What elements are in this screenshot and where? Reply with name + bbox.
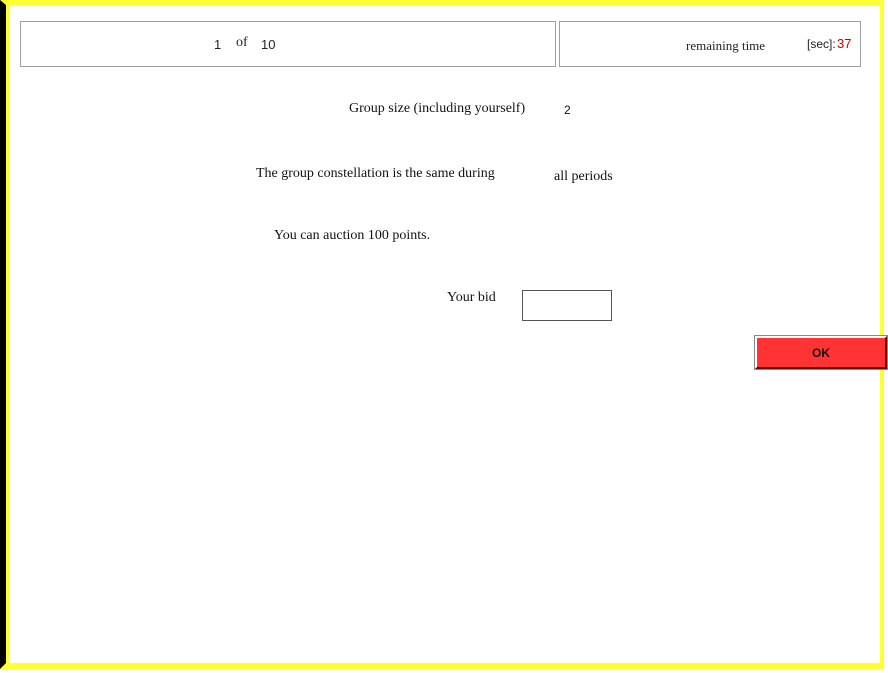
bid-input[interactable] (522, 290, 612, 321)
group-constellation-text: The group constellation is the same duri… (256, 166, 495, 181)
period-current: 1 (214, 37, 222, 52)
period-panel: 1 of 10 (20, 21, 556, 67)
remaining-time-value: 37 (837, 36, 852, 51)
group-size-value: 2 (564, 103, 571, 117)
auction-points-text: You can auction 100 points. (274, 228, 431, 243)
bid-label: Your bid (447, 290, 496, 305)
remaining-time-unit: [sec]: (807, 37, 836, 51)
ok-button[interactable]: OK (754, 335, 888, 370)
remaining-time-panel: remaining time [sec]: 37 (559, 21, 861, 67)
remaining-time-label: remaining time (686, 38, 766, 53)
period-of-text: of (236, 35, 248, 50)
group-size-label: Group size (including yourself) (349, 101, 526, 116)
group-constellation-periods: all periods (554, 169, 613, 184)
period-total: 10 (261, 37, 276, 52)
screen-frame: 1 of 10 remaining time [sec]: 37 Group s… (0, 0, 888, 669)
